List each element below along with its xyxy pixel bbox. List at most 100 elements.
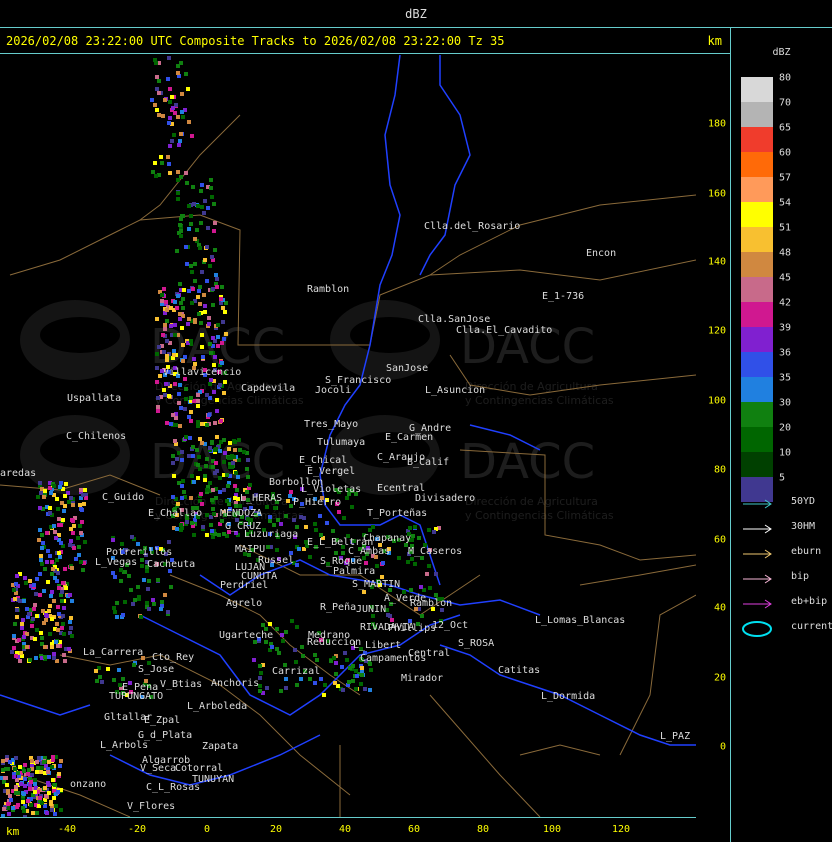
echo-pixel: [209, 378, 213, 382]
echo-pixel: [140, 558, 144, 562]
echo-pixel: [209, 351, 213, 355]
place-label: Villavicencio: [163, 367, 241, 378]
echo-pixel: [171, 106, 175, 110]
echo-pixel: [95, 679, 99, 683]
x-tick-label: 100: [542, 824, 562, 835]
echo-pixel: [35, 770, 39, 774]
echo-pixel: [59, 523, 63, 527]
echo-pixel: [40, 562, 44, 566]
echo-pixel: [364, 561, 368, 565]
echo-pixel: [51, 758, 55, 762]
echo-pixel: [13, 597, 17, 601]
echo-pixel: [44, 613, 48, 617]
echo-pixel: [52, 599, 56, 603]
echo-pixel: [163, 98, 167, 102]
place-label: Cacheuta: [147, 559, 195, 570]
dacc-watermark: DACCDirección de Agriculturay Contingenc…: [20, 415, 304, 522]
radar-map[interactable]: DACCDirección de Agriculturay Contingenc…: [0, 55, 696, 817]
echo-pixel: [200, 205, 204, 209]
echo-pixel: [334, 661, 338, 665]
legend-swatch: [741, 77, 773, 102]
echo-pixel: [225, 473, 229, 477]
echo-pixel: [165, 354, 169, 358]
echo-pixel: [131, 602, 135, 606]
echo-pixel: [70, 634, 74, 638]
place-label: Tres_Mayo: [304, 419, 358, 430]
echo-pixel: [112, 606, 116, 610]
echo-pixel: [411, 534, 415, 538]
echo-pixel: [196, 424, 200, 428]
echo-pixel: [275, 647, 279, 651]
echo-pixel: [63, 494, 67, 498]
echo-pixel: [213, 248, 217, 252]
echo-pixel: [191, 454, 195, 458]
echo-pixel: [38, 506, 42, 510]
echo-pixel: [193, 237, 197, 241]
place-label: La_Carrera: [83, 647, 143, 658]
echo-pixel: [203, 304, 207, 308]
echo-pixel: [53, 576, 57, 580]
place-label: L_Vegas: [95, 557, 137, 568]
echo-pixel: [50, 808, 54, 812]
echo-pixel: [146, 587, 150, 591]
echo-pixel: [342, 516, 346, 520]
echo-pixel: [200, 345, 204, 349]
echo-pixel: [25, 645, 29, 649]
echo-pixel: [193, 362, 197, 366]
echo-pixel: [189, 339, 193, 343]
legend-level-label: 51: [779, 222, 792, 234]
echo-pixel: [81, 568, 85, 572]
legend-level-label: 45: [779, 272, 792, 284]
echo-pixel: [354, 687, 358, 691]
echo-pixel: [16, 803, 20, 807]
echo-pixel: [258, 664, 262, 668]
echo-pixel: [155, 75, 159, 79]
place-label: E_Chical: [299, 455, 347, 466]
legend-swatch: [741, 277, 773, 302]
echo-pixel: [270, 645, 274, 649]
echo-pixel: [40, 636, 44, 640]
echo-pixel: [12, 588, 16, 592]
echo-pixel: [165, 358, 169, 362]
echo-pixel: [53, 530, 57, 534]
echo-pixel: [197, 289, 201, 293]
x-tick-label: 0: [203, 824, 211, 835]
echo-pixel: [360, 673, 364, 677]
echo-pixel: [120, 542, 124, 546]
echo-pixel: [280, 633, 284, 637]
echo-pixel: [48, 554, 52, 558]
echo-pixel: [70, 566, 74, 570]
echo-pixel: [223, 310, 227, 314]
echo-pixel: [409, 588, 413, 592]
echo-pixel: [195, 228, 199, 232]
legend-swatch: [741, 352, 773, 377]
echo-pixel: [71, 531, 75, 535]
legend-track-label: eb+bip: [791, 596, 828, 607]
echo-pixel: [167, 394, 171, 398]
echo-pixel: [38, 593, 42, 597]
echo-pixel: [61, 518, 65, 522]
place-label: P_Hierro: [293, 497, 341, 508]
echo-pixel: [322, 693, 326, 697]
echo-pixel: [54, 640, 58, 644]
echo-pixel: [178, 139, 182, 143]
echo-pixel: [227, 447, 231, 451]
echo-pixel: [18, 659, 22, 663]
echo-pixel: [31, 617, 35, 621]
echo-pixel: [13, 767, 17, 771]
echo-pixel: [76, 536, 80, 540]
echo-pixel: [12, 646, 16, 650]
echo-pixel: [165, 319, 169, 323]
legend-level-label: 10: [779, 447, 792, 459]
x-tick-label: -40: [57, 824, 77, 835]
echo-pixel: [265, 505, 269, 509]
echo-pixel: [386, 613, 390, 617]
echo-pixel: [225, 499, 229, 503]
legend-panel: dBZ 80 70 65 60 57 54 51 48 45 42 39 36 35 30 20 10 5 50Y…: [731, 29, 832, 842]
place-label: Agrelo: [226, 598, 262, 609]
x-axis-unit: km: [6, 825, 20, 838]
echo-pixel: [168, 116, 172, 120]
echo-pixel: [186, 322, 190, 326]
echo-pixel: [45, 811, 49, 815]
echo-pixel: [129, 588, 133, 592]
